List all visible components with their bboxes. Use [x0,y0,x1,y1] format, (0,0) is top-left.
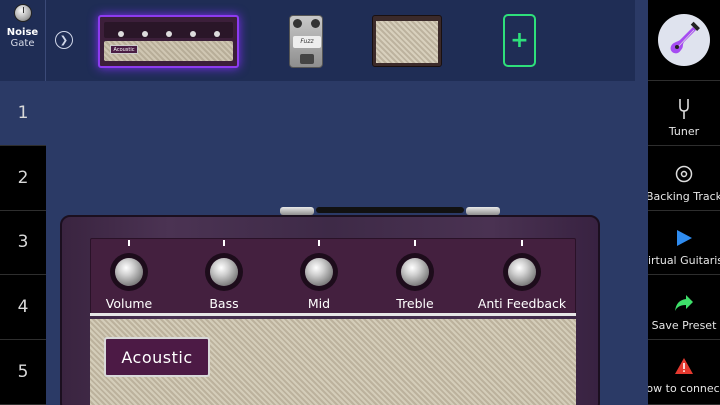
preset-item-3[interactable]: 3 [0,211,46,276]
virtual-guitarist-button[interactable]: Virtual Guitarist [648,211,720,276]
tuning-fork-icon [677,97,691,121]
chevron-right-icon[interactable]: ❯ [55,31,73,49]
bass-label: Bass [209,296,239,311]
mid-control: Mid [274,240,364,311]
anti-feedback-control: Anti Feedback [477,240,567,311]
instrument-button[interactable] [648,0,720,81]
preset-list: 1 2 3 4 5 [0,81,46,405]
backing-track-button[interactable]: Backing Track [648,146,720,211]
cabinet-grille [376,21,438,63]
amp-mini-knob [118,31,124,37]
virtual-guitarist-label: Virtual Guitarist [648,254,720,268]
volume-control: Volume [84,240,174,311]
pedal-label: Fuzz [293,36,321,48]
amp-control-panel: Volume Bass Mid Treble Anti Feedback [90,238,576,315]
tuner-button[interactable]: Tuner [648,81,720,146]
how-to-connect-button[interactable]: How to connect? [648,340,720,405]
save-preset-label: Save Preset [651,319,717,333]
anti-feedback-label: Anti Feedback [477,296,567,311]
amp-model-badge[interactable]: Acoustic [104,337,210,377]
treble-knob[interactable] [401,240,429,286]
preset-item-2[interactable]: 2 [0,146,46,211]
disc-icon [675,162,693,186]
bass-knob[interactable] [210,240,238,286]
handle-strap [316,207,464,213]
noise-gate-title: Noise [6,27,39,38]
how-to-connect-label: How to connect? [648,382,720,396]
tuner-label: Tuner [668,124,700,138]
volume-knob-tick [128,240,130,246]
bass-knob-tick [223,240,225,246]
amp-mini-knob [142,31,148,37]
anti-feedback-knob-tick [521,240,523,246]
amp-cabinet: Volume Bass Mid Treble Anti Feedback Aco… [60,215,600,405]
mid-knob-tick [318,240,320,246]
amp-mini-panel [104,22,233,38]
amp-trim-strip [90,313,576,316]
preset-item-4[interactable]: 4 [0,275,46,341]
noise-gate-knob-icon [13,4,32,22]
noise-gate-button[interactable]: Noise Gate [0,0,46,81]
volume-label: Volume [105,296,153,311]
chain-slot-pedal[interactable]: Fuzz [289,15,323,68]
mid-knob[interactable] [305,240,333,286]
treble-control: Treble [370,240,460,311]
amp-model-label: Acoustic [121,347,193,367]
noise-gate-subtitle: Gate [10,38,35,49]
amp-mini-knob [166,31,172,37]
share-arrow-icon [674,291,694,315]
pedal-footswitch [300,54,314,64]
anti-feedback-knob[interactable] [508,240,536,286]
effects-chain-bar: Noise Gate ❯ Acoustic Fuzz + [0,0,635,81]
amp-mini-badge: Acoustic [110,45,138,54]
bass-control: Bass [179,240,269,311]
preset-item-5[interactable]: 5 [0,340,46,405]
amp-mini-knob [190,31,196,37]
mid-label: Mid [307,296,331,311]
chain-slot-amp[interactable]: Acoustic [98,15,239,68]
amp-mini-knob [214,31,220,37]
plus-icon: + [510,28,529,53]
preset-item-1[interactable]: 1 [0,81,46,146]
handle-cap [280,207,314,215]
handle-cap [466,207,500,215]
add-effect-button[interactable]: + [503,14,536,67]
amp-head: Volume Bass Mid Treble Anti Feedback Aco… [60,207,600,405]
pedal-knob [311,19,320,28]
backing-track-label: Backing Track [648,189,720,203]
treble-knob-tick [414,240,416,246]
play-icon [675,226,693,250]
treble-label: Treble [396,296,434,311]
warning-icon [675,354,693,378]
guitar-icon [658,14,710,66]
right-sidebar: Tuner Backing Track Virtual Guitarist Sa… [648,0,720,405]
pedal-knob [293,19,302,28]
save-preset-button[interactable]: Save Preset [648,275,720,341]
volume-knob[interactable] [115,240,143,286]
chain-slot-cabinet[interactable] [372,15,442,67]
